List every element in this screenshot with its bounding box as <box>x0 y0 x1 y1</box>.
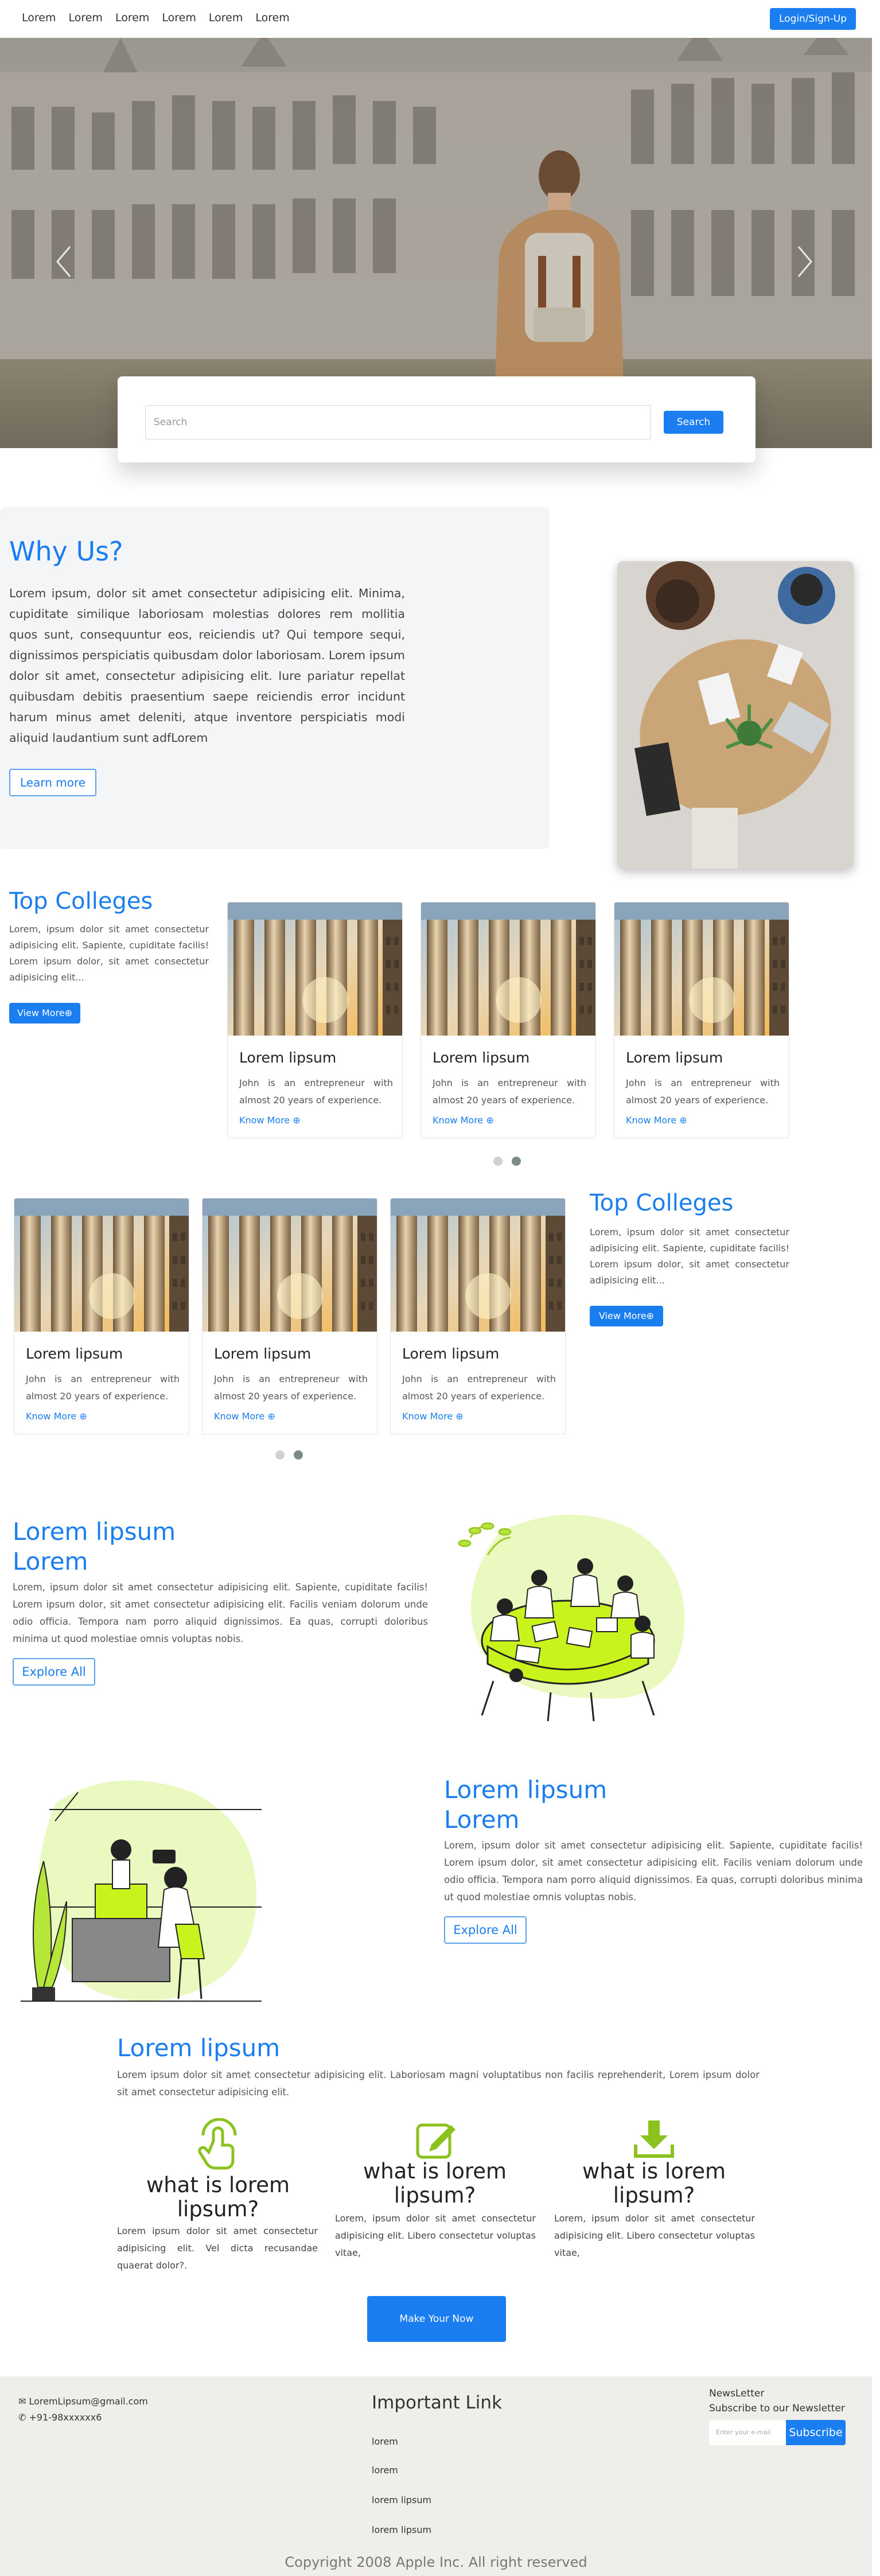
section3-text: Lorem, ipsum dolor sit amet consectetur … <box>13 1582 428 1644</box>
nav-link-6[interactable]: Lorem <box>255 11 289 24</box>
view-more-button-1[interactable]: View More⊕ <box>9 1003 80 1024</box>
top-colleges-title-1: Top Colleges <box>9 888 153 915</box>
edit-icon <box>416 2123 455 2159</box>
phone-icon: ✆ <box>18 2412 26 2423</box>
features-title: Lorem lipsum <box>117 2034 281 2062</box>
college-columns-image <box>391 1198 565 1332</box>
section3-title-line2: Lorem <box>13 1547 88 1575</box>
college-card-4: Lorem lipsum John is an entrepreneur wit… <box>14 1198 189 1434</box>
nav-link-4[interactable]: Lorem <box>162 11 196 24</box>
card-text: John is an entrepreneur with almost 20 y… <box>626 1077 780 1106</box>
carousel-dot-3[interactable] <box>275 1450 285 1460</box>
card-text: John is an entrepreneur with almost 20 y… <box>239 1077 393 1106</box>
feature-text-1: Lorem ipsum dolor sit amet consectetur a… <box>117 2225 318 2271</box>
know-more-link[interactable]: Know More ⊕ <box>239 1115 301 1126</box>
feature-title-2: what is lorem lipsum? <box>363 2159 507 2208</box>
view-more-button-2[interactable]: View More⊕ <box>590 1306 663 1326</box>
feature-title-3: what is lorem lipsum? <box>582 2159 726 2208</box>
nav-links: Lorem Lorem Lorem Lorem Lorem Lorem <box>22 11 290 24</box>
card-text: John is an entrepreneur with almost 20 y… <box>433 1077 586 1106</box>
college-columns-image <box>228 902 402 1036</box>
card-title: Lorem lipsum <box>433 1049 530 1066</box>
card-text: John is an entrepreneur with almost 20 y… <box>402 1373 556 1402</box>
college-columns-image <box>203 1198 377 1332</box>
search-input[interactable]: Search <box>145 405 651 439</box>
footer-links-title: Important Link <box>372 2392 503 2413</box>
card-title: Lorem lipsum <box>214 1345 311 1362</box>
section4-text: Lorem, ipsum dolor sit amet consectetur … <box>444 1840 863 1902</box>
footer-phone[interactable]: ✆ +91-98xxxxxx6 <box>18 2412 102 2423</box>
top-colleges-text-2: Lorem, ipsum dolor sit amet consectetur … <box>590 1227 789 1286</box>
nav-link-5[interactable]: Lorem <box>209 11 243 24</box>
footer-phone-text: +91-98xxxxxx6 <box>29 2412 102 2423</box>
nav-link-1[interactable]: Lorem <box>22 11 56 24</box>
feature-text-3: Lorem, ipsum dolor sit amet consectetur … <box>554 2213 755 2258</box>
footer-link-1[interactable]: lorem <box>372 2436 398 2447</box>
section3-title-line1: Lorem lipsum <box>13 1517 176 1546</box>
card-title: Lorem lipsum <box>402 1345 500 1362</box>
know-more-link[interactable]: Know More ⊕ <box>214 1411 275 1422</box>
top-colleges-title-2: Top Colleges <box>590 1190 734 1216</box>
why-us-title: Why Us? <box>9 536 123 567</box>
hand-pointer-icon <box>198 2118 237 2170</box>
carousel-dot-4[interactable] <box>294 1450 303 1460</box>
office-meeting-illustration <box>21 1780 262 2002</box>
envelope-icon: ✉ <box>18 2396 26 2407</box>
make-your-now-button[interactable]: Make Your Now <box>367 2296 506 2342</box>
college-columns-image <box>614 902 789 1036</box>
section4-title-line2: Lorem <box>444 1805 520 1834</box>
team-meeting-image <box>617 561 854 869</box>
college-card-2: Lorem lipsum John is an entrepreneur wit… <box>420 902 596 1138</box>
carousel-dot-1[interactable] <box>493 1157 503 1166</box>
know-more-link[interactable]: Know More ⊕ <box>433 1115 494 1126</box>
learn-more-button[interactable]: Learn more <box>9 769 96 796</box>
carousel-dot-2[interactable] <box>512 1157 521 1166</box>
team-table-illustration <box>458 1515 685 1722</box>
carousel-next-icon[interactable] <box>796 244 813 279</box>
login-signup-button[interactable]: Login/Sign-Up <box>770 8 856 30</box>
card-title: Lorem lipsum <box>26 1345 123 1362</box>
footer-email-text: LoremLipsum@gmail.com <box>29 2396 148 2407</box>
feature-title-1: what is lorem lipsum? <box>146 2173 290 2221</box>
feature-text-2: Lorem, ipsum dolor sit amet consectetur … <box>335 2213 536 2258</box>
card-text: John is an entrepreneur with almost 20 y… <box>26 1373 180 1402</box>
footer-link-4[interactable]: lorem lipsum <box>372 2524 431 2535</box>
newsletter-title: NewsLetter <box>709 2388 765 2399</box>
section4-title-line1: Lorem lipsum <box>444 1776 608 1804</box>
know-more-link[interactable]: Know More ⊕ <box>626 1115 687 1126</box>
college-card-5: Lorem lipsum John is an entrepreneur wit… <box>202 1198 377 1434</box>
top-navbar: Lorem Lorem Lorem Lorem Lorem Lorem Logi… <box>0 0 880 38</box>
know-more-link[interactable]: Know More ⊕ <box>26 1411 87 1422</box>
college-card-1: Lorem lipsum John is an entrepreneur wit… <box>227 902 403 1138</box>
footer-link-3[interactable]: lorem lipsum <box>372 2495 431 2505</box>
college-card-6: Lorem lipsum John is an entrepreneur wit… <box>390 1198 566 1434</box>
card-title: Lorem lipsum <box>626 1049 723 1066</box>
explore-all-button-2[interactable]: Explore All <box>444 1916 527 1944</box>
know-more-link[interactable]: Know More ⊕ <box>402 1411 464 1422</box>
search-card: Search Search <box>118 376 756 462</box>
footer-email[interactable]: ✉ LoremLipsum@gmail.com <box>18 2396 148 2407</box>
carousel-prev-icon[interactable] <box>55 244 72 279</box>
newsletter-subtitle: Subscribe to our Newsletter <box>709 2403 845 2414</box>
card-text: John is an entrepreneur with almost 20 y… <box>214 1373 368 1402</box>
college-card-3: Lorem lipsum John is an entrepreneur wit… <box>614 902 789 1138</box>
nav-link-2[interactable]: Lorem <box>68 11 102 24</box>
footer-link-2[interactable]: lorem <box>372 2465 398 2476</box>
card-title: Lorem lipsum <box>239 1049 337 1066</box>
nav-link-3[interactable]: Lorem <box>115 11 149 24</box>
why-us-text: Lorem ipsum, dolor sit amet consectetur … <box>9 586 406 745</box>
college-columns-image <box>14 1198 189 1332</box>
college-columns-image <box>421 902 595 1036</box>
subscribe-button[interactable]: Subscribe <box>786 2420 846 2445</box>
explore-all-button-1[interactable]: Explore All <box>13 1658 95 1686</box>
copyright-text: Copyright 2008 Apple Inc. All right rese… <box>285 2554 587 2570</box>
features-text: Lorem ipsum dolor sit amet consectetur a… <box>117 2069 760 2098</box>
download-icon <box>634 2120 674 2158</box>
top-colleges-text-1: Lorem, ipsum dolor sit amet consectetur … <box>9 924 209 983</box>
search-button[interactable]: Search <box>664 411 723 434</box>
newsletter-email-input[interactable]: Enter your e-mail <box>709 2420 786 2445</box>
